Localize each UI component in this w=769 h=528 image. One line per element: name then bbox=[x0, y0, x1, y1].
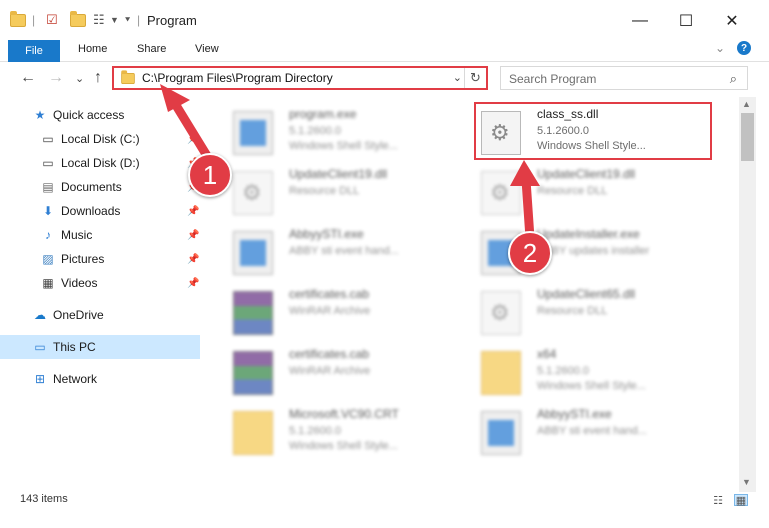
step-1-badge: 1 bbox=[188, 153, 232, 197]
arrow-2 bbox=[510, 160, 540, 243]
annotation-arrows bbox=[160, 84, 540, 243]
arrow-1 bbox=[160, 84, 217, 169]
step-2-badge: 2 bbox=[508, 231, 552, 275]
